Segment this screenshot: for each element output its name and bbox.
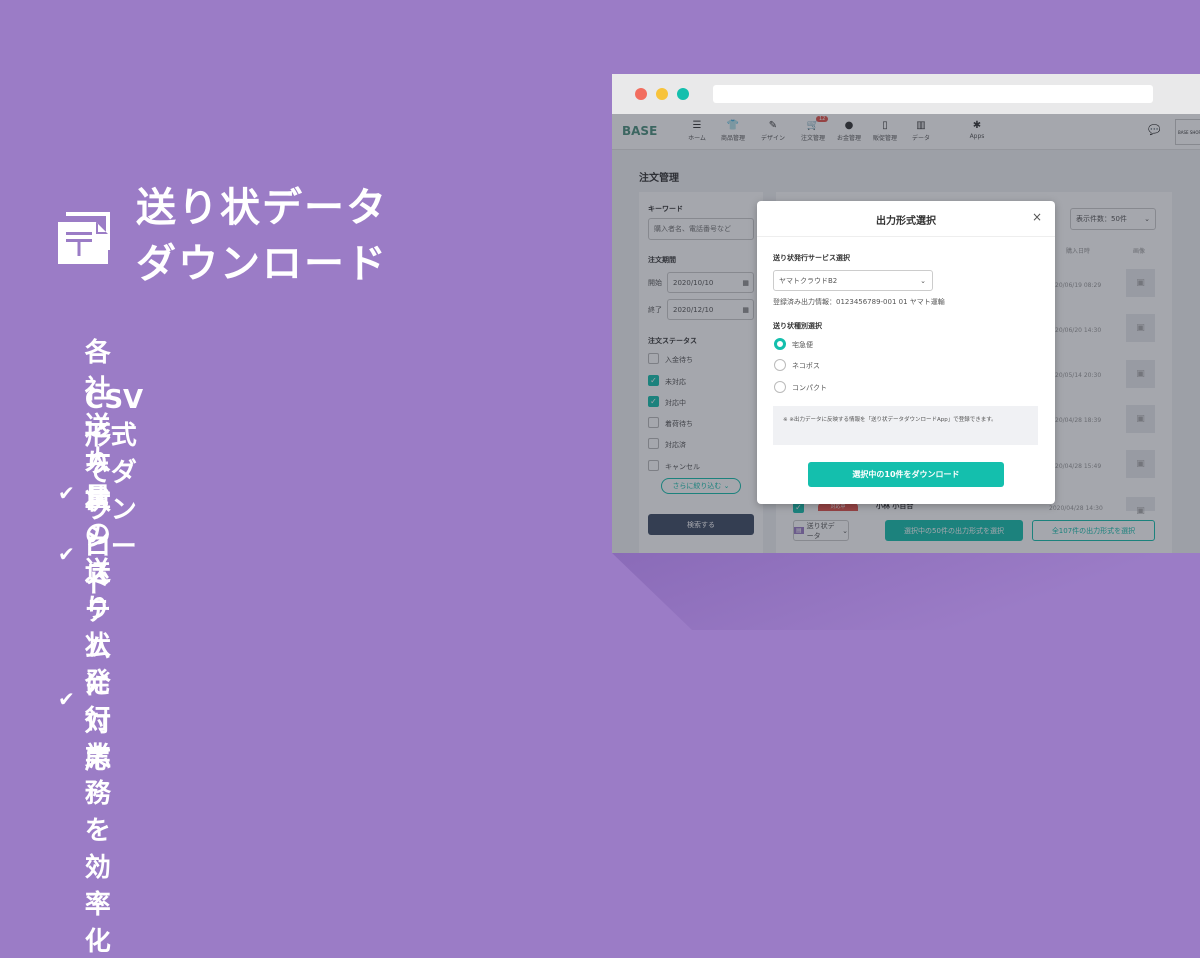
maximize-dot[interactable]: [677, 88, 689, 100]
type-radio[interactable]: [774, 381, 786, 393]
type-option-label: ネコポス: [792, 362, 820, 370]
output-format-modal: 出力形式選択 × 送り状発行サービス選択 ヤマトクラウドB2 ⌄ 登録済み出力情報…: [757, 201, 1055, 504]
browser-chrome: [612, 74, 1200, 114]
close-icon[interactable]: ×: [1032, 210, 1042, 224]
type-radio[interactable]: [774, 359, 786, 371]
divider: [757, 236, 1055, 237]
feature-item: ✔ 大量の送り状発行業務を効率化: [58, 440, 111, 958]
chevron-down-icon: ⌄: [920, 276, 926, 285]
close-dot[interactable]: [635, 88, 647, 100]
feature-text: 大量の送り状発行業務を効率化: [84, 446, 111, 957]
minimize-dot[interactable]: [656, 88, 668, 100]
note-box: ※ ※出力データに反映する情報を「送り状データダウンロードApp」で登録できます…: [773, 406, 1038, 445]
service-value: ヤマトクラウドB2: [779, 276, 838, 285]
address-bar[interactable]: [713, 85, 1153, 103]
check-icon: ✔: [58, 687, 75, 711]
hero-title: 送り状データ ダウンロード: [136, 185, 388, 287]
type-radio[interactable]: [774, 338, 786, 350]
type-option-label: 宅急便: [792, 341, 813, 349]
service-select[interactable]: ヤマトクラウドB2 ⌄: [773, 270, 933, 291]
mail-postal-document-icon: [58, 212, 110, 264]
registered-info: 登録済み出力情報：0123456789-001 01 ヤマト運輸: [773, 298, 945, 306]
modal-title: 出力形式選択: [876, 216, 936, 227]
window-shadow: [612, 553, 1200, 630]
download-button[interactable]: 選択中の10件をダウンロード: [808, 462, 1004, 487]
type-option-label: コンパクト: [792, 384, 827, 392]
service-label: 送り状発行サービス選択: [773, 254, 850, 262]
type-label: 送り状種別選択: [773, 322, 822, 330]
